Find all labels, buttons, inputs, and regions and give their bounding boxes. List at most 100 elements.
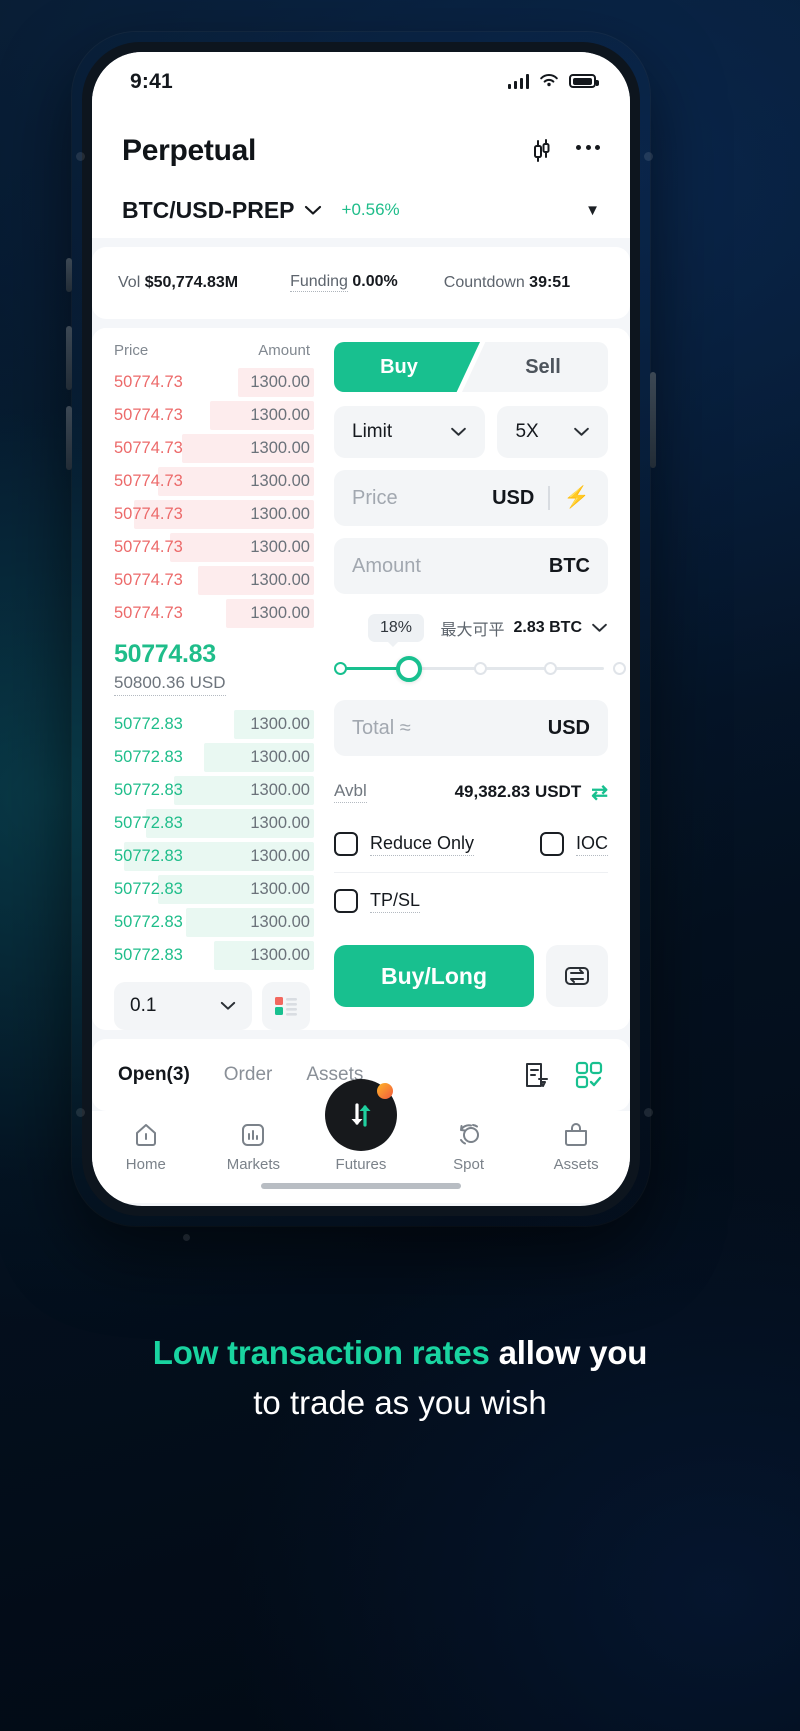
orderbook-price: 50772.83 — [114, 781, 183, 799]
nav-item-spot[interactable]: Spot — [415, 1121, 523, 1173]
futures-swap-icon[interactable] — [325, 1079, 397, 1151]
orderbook-price: 50774.73 — [114, 439, 183, 457]
orderbook-row[interactable]: 50772.83 1300.00 — [114, 807, 314, 840]
orderbook-row[interactable]: 50774.73 1300.00 — [114, 564, 314, 597]
more-options-icon[interactable] — [576, 144, 600, 158]
pair-name[interactable]: BTC/USD-PREP — [122, 197, 295, 224]
reduce-only-checkbox[interactable]: Reduce Only — [334, 832, 475, 856]
orderbook-amount: 1300.00 — [250, 406, 310, 424]
orderbook-row[interactable]: 50774.73 1300.00 — [114, 432, 314, 465]
phone-volume-up-button[interactable] — [66, 326, 72, 390]
home-indicator — [261, 1183, 461, 1189]
nav-item-assets[interactable]: Assets — [522, 1121, 630, 1173]
orderbook-row[interactable]: 50772.83 1300.00 — [114, 906, 314, 939]
sell-tab[interactable]: Sell — [462, 342, 608, 392]
buy-sell-toggle: Buy Sell — [334, 342, 608, 392]
orderbook-price: 50772.83 — [114, 913, 183, 931]
marketing-caption: Low transaction rates allow you to trade… — [0, 1328, 800, 1427]
leverage-select[interactable]: 5X — [497, 406, 608, 458]
fab-notification-dot — [377, 1083, 393, 1099]
chevron-down-icon — [220, 1001, 236, 1010]
stat-volume: Vol $50,774.83M — [118, 274, 238, 292]
orderbook-row[interactable]: 50772.83 1300.00 — [114, 708, 314, 741]
swap-arrows-icon[interactable]: ⇄ — [591, 780, 608, 805]
markets-bar-icon — [242, 1124, 265, 1146]
nav-item-markets[interactable]: Markets — [200, 1121, 308, 1173]
orderbook-row[interactable]: 50772.83 1300.00 — [114, 741, 314, 774]
caret-down-icon[interactable]: ▼ — [585, 202, 600, 219]
price-placeholder: Price — [352, 486, 398, 509]
switch-mode-icon[interactable] — [546, 945, 608, 1007]
candlestick-chart-icon[interactable] — [528, 138, 554, 164]
caption-line-2: to trade as you wish — [253, 1383, 547, 1421]
orderbook-row[interactable]: 50774.73 1300.00 — [114, 366, 314, 399]
amount-placeholder: Amount — [352, 554, 421, 577]
tpsl-row: TP/SL — [334, 873, 608, 929]
order-type-select[interactable]: Limit — [334, 406, 486, 458]
max-available[interactable]: 最大可平 2.83 BTC — [441, 616, 608, 640]
phone-mute-switch[interactable] — [66, 258, 72, 292]
orderbook-row[interactable]: 50774.73 1300.00 — [114, 498, 314, 531]
tick-size-select[interactable]: 0.1 — [114, 982, 252, 1030]
slider-node-4[interactable] — [613, 662, 626, 675]
orderbook-row[interactable]: 50774.73 1300.00 — [114, 597, 314, 630]
frame-screw-bottom-left — [76, 1108, 85, 1117]
order-history-icon[interactable] — [522, 1060, 552, 1090]
caption-highlight: Low transaction rates — [152, 1334, 490, 1371]
slider-node-3[interactable] — [544, 662, 557, 675]
tab-order[interactable]: Order — [224, 1064, 273, 1086]
orderbook-row[interactable]: 50774.73 1300.00 — [114, 399, 314, 432]
max-available-row: 18% 最大可平 2.83 BTC — [334, 606, 608, 650]
orderbook-row[interactable]: 50772.83 1300.00 — [114, 939, 314, 972]
tab-open-positions[interactable]: Open(3) — [118, 1064, 190, 1086]
positions-icons — [522, 1060, 604, 1090]
orderbook-row[interactable]: 50772.83 1300.00 — [114, 873, 314, 906]
total-unit: USD — [547, 716, 590, 739]
orderbook-price: 50772.83 — [114, 847, 183, 865]
frame-screw-top-right — [644, 152, 653, 161]
ioc-checkbox[interactable]: IOC — [539, 832, 608, 856]
orderbook-amount: 1300.00 — [250, 571, 310, 589]
frame-screw-top-left — [76, 152, 85, 161]
countdown-value: 39:51 — [529, 274, 571, 291]
nav-label-spot: Spot — [453, 1156, 484, 1173]
buy-long-button[interactable]: Buy/Long — [334, 945, 534, 1007]
orderbook-row[interactable]: 50772.83 1300.00 — [114, 840, 314, 873]
slider-node-2[interactable] — [474, 662, 487, 675]
submit-row: Buy/Long — [334, 945, 608, 1007]
bottom-navigation: Home Markets Futures Spot Assets — [92, 1079, 630, 1203]
mid-price-usd: 50800.36 USD — [114, 673, 226, 696]
total-input[interactable]: Total ≈ USD — [334, 700, 608, 756]
amount-unit: BTC — [548, 554, 590, 577]
spot-circle-icon — [459, 1124, 479, 1145]
orderbook-row[interactable]: 50772.83 1300.00 — [114, 774, 314, 807]
orderbook-amount: 1300.00 — [250, 715, 310, 733]
orderbook-row[interactable]: 50774.73 1300.00 — [114, 531, 314, 564]
chevron-down-icon[interactable] — [304, 205, 322, 216]
orderbook-layout-icon[interactable] — [262, 982, 310, 1030]
price-input[interactable]: Price USD ⚡ — [334, 470, 608, 526]
tick-size-value: 0.1 — [130, 995, 157, 1016]
slider-knob[interactable] — [396, 656, 422, 682]
orderbook-amount: 1300.00 — [250, 946, 310, 964]
chevron-down-icon[interactable] — [591, 623, 608, 633]
tpsl-checkbox[interactable]: TP/SL — [334, 889, 421, 913]
amount-input[interactable]: Amount BTC — [334, 538, 608, 594]
mid-price-block[interactable]: 50774.83 50800.36 USD — [114, 630, 314, 708]
stat-funding[interactable]: Funding 0.00% — [290, 263, 398, 303]
countdown-label: Countdown — [443, 274, 525, 291]
page-title: Perpetual — [122, 134, 257, 167]
slider-node-0[interactable] — [334, 662, 347, 675]
lightning-bolt-icon[interactable]: ⚡ — [564, 486, 590, 510]
nav-item-home[interactable]: Home — [92, 1121, 200, 1173]
phone-screen: 9:41 Perpetual BTC/USD-PREP +0.56% ▼ Vol… — [92, 52, 630, 1206]
grid-check-icon[interactable] — [574, 1060, 604, 1090]
phone-power-button[interactable] — [650, 372, 656, 468]
orderbook-price: 50772.83 — [114, 748, 183, 766]
orderbook-amount: 1300.00 — [250, 913, 310, 931]
orderbook-row[interactable]: 50774.73 1300.00 — [114, 465, 314, 498]
phone-volume-down-button[interactable] — [66, 406, 72, 470]
mid-price: 50774.83 — [114, 640, 216, 668]
amount-percent-slider[interactable] — [334, 652, 626, 686]
buy-tab[interactable]: Buy — [334, 342, 480, 392]
